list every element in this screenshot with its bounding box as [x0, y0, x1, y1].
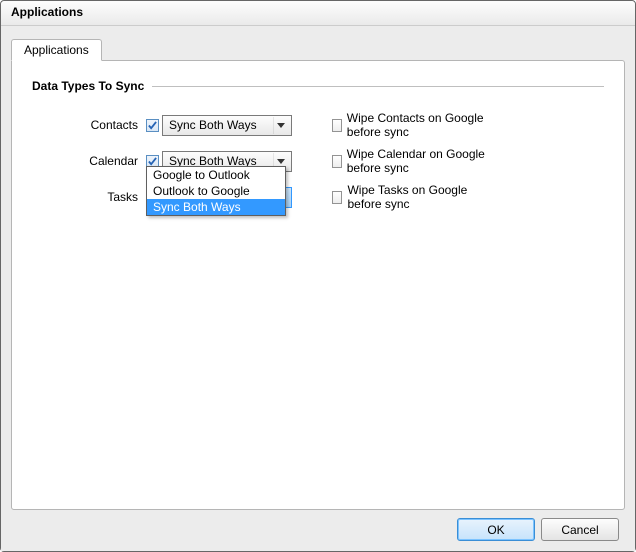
dropdown-option-sync-both-ways[interactable]: Sync Both Ways — [147, 199, 285, 215]
row-label-tasks: Tasks — [32, 190, 142, 204]
tab-panel-applications: Data Types To Sync Contacts Sync Both Wa… — [11, 60, 625, 510]
chevron-down-icon — [273, 117, 288, 134]
dropdown-option-outlook-to-google[interactable]: Outlook to Google — [147, 183, 285, 199]
client-area: Applications Data Types To Sync Contacts… — [1, 26, 635, 551]
row-label-contacts: Contacts — [32, 118, 142, 132]
combo-contacts-direction-label: Sync Both Ways — [169, 118, 273, 132]
applications-dialog: Applications Applications Data Types To … — [0, 0, 636, 552]
label-wipe-calendar: Wipe Calendar on Google before sync — [347, 147, 490, 175]
section-divider — [152, 86, 604, 87]
checkbox-wipe-calendar[interactable] — [332, 155, 342, 168]
dropdown-tasks-direction[interactable]: Google to Outlook Outlook to Google Sync… — [146, 166, 286, 216]
tabstrip: Applications — [11, 38, 625, 60]
section-title: Data Types To Sync — [32, 79, 144, 93]
checkbox-wipe-contacts[interactable] — [332, 119, 342, 132]
dropdown-option-google-to-outlook[interactable]: Google to Outlook — [147, 167, 285, 183]
combo-contacts-direction[interactable]: Sync Both Ways — [162, 115, 292, 136]
label-wipe-tasks: Wipe Tasks on Google before sync — [347, 183, 490, 211]
window-title: Applications — [1, 1, 635, 26]
sync-grid: Contacts Sync Both Ways — [32, 111, 604, 211]
row-label-calendar: Calendar — [32, 154, 142, 168]
checkbox-contacts-enable[interactable] — [146, 119, 159, 132]
dialog-buttons: OK Cancel — [11, 510, 625, 541]
checkbox-wipe-tasks[interactable] — [332, 191, 342, 204]
cancel-button[interactable]: Cancel — [541, 518, 619, 541]
ok-button[interactable]: OK — [457, 518, 535, 541]
section-header: Data Types To Sync — [32, 79, 604, 93]
label-wipe-contacts: Wipe Contacts on Google before sync — [347, 111, 490, 139]
tab-applications[interactable]: Applications — [11, 39, 102, 61]
